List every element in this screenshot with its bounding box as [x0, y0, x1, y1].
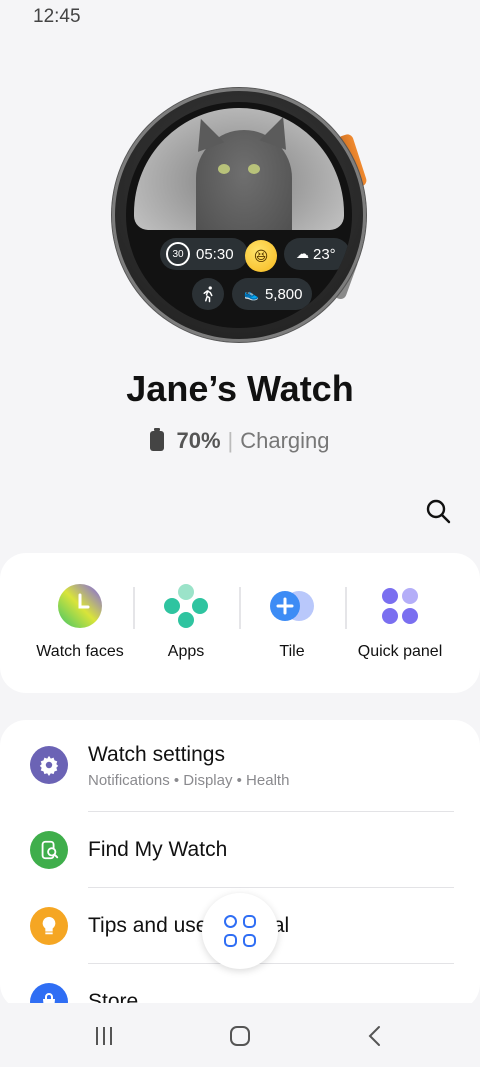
running-icon [203, 286, 213, 303]
tile-icon [269, 583, 315, 629]
gear-icon [30, 746, 68, 784]
find-watch-icon [30, 831, 68, 869]
recent-apps-button[interactable] [84, 1021, 124, 1051]
watch-screen: 30 05:30 😆 ☁ 23° 👟 5,800 [126, 102, 352, 328]
quick-action-quick-panel[interactable]: Quick panel [340, 583, 460, 661]
status-time: 12:45 [33, 6, 81, 27]
lightbulb-icon [30, 907, 68, 945]
back-button[interactable] [356, 1021, 396, 1051]
timer-time: 05:30 [196, 245, 234, 263]
device-name: Jane’s Watch [126, 368, 354, 409]
search-icon [426, 499, 451, 524]
watch-preview[interactable]: 30 05:30 😆 ☁ 23° 👟 5,800 [112, 88, 372, 344]
timer-ring-icon: 30 [166, 242, 190, 266]
row-title: Find My Watch [88, 838, 228, 861]
list-item-watch-settings[interactable]: Watch settings Notifications • Display •… [0, 720, 480, 796]
home-icon [230, 1026, 250, 1046]
grid-icon [224, 915, 256, 947]
shoe-icon: 👟 [244, 287, 259, 301]
battery-percent: 70% [176, 428, 221, 453]
status-bar: 12:45 [0, 0, 480, 34]
steps-complication: 👟 5,800 [232, 278, 312, 310]
battery-row: 70% | Charging [0, 428, 480, 454]
back-icon [368, 1026, 380, 1046]
navigation-bar [0, 1003, 480, 1067]
quick-panel-icon [377, 583, 423, 629]
cloud-icon: ☁ [296, 246, 309, 261]
home-button[interactable] [220, 1021, 260, 1051]
quick-action-tile[interactable]: Tile [232, 583, 352, 661]
run-complication [192, 278, 224, 310]
quick-action-apps[interactable]: Apps [126, 583, 246, 661]
apps-icon [163, 583, 209, 629]
steps-count: 5,800 [264, 285, 303, 303]
row-title: Watch settings [88, 743, 225, 766]
emoji-icon: 😆 [245, 240, 277, 272]
timer-complication: 30 05:30 [160, 238, 248, 270]
row-subtitle: Notifications • Display • Health [88, 772, 290, 789]
quick-action-label: Apps [167, 643, 205, 660]
list-item-find-my-watch[interactable]: Find My Watch [0, 812, 480, 888]
battery-icon [150, 428, 165, 451]
search-button[interactable] [424, 497, 452, 525]
weather-temp: 23° [313, 245, 336, 263]
recent-apps-icon [96, 1027, 112, 1045]
quick-action-label: Watch faces [36, 643, 124, 660]
battery-separator: | [227, 428, 234, 453]
quick-action-label: Tile [279, 643, 305, 660]
quick-action-label: Quick panel [357, 643, 443, 660]
watch-faces-icon [57, 583, 103, 629]
quick-action-watch-faces[interactable]: Watch faces [20, 583, 140, 661]
quick-actions-card: Watch faces Apps Tile Quick panel [0, 553, 480, 693]
battery-status: Charging [240, 428, 330, 453]
all-apps-fab[interactable] [202, 893, 278, 969]
weather-complication: ☁ 23° [284, 238, 350, 270]
